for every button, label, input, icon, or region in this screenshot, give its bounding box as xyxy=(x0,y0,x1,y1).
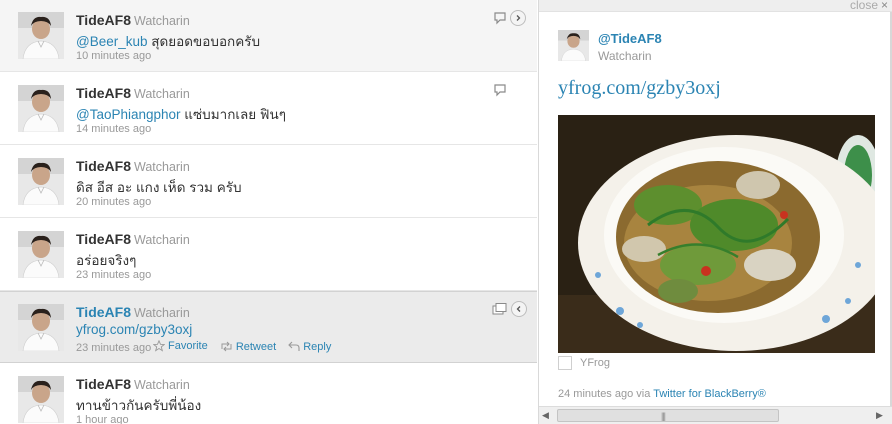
retweet-label: Retweet xyxy=(235,340,277,353)
screen-name[interactable]: TideAF8 xyxy=(76,158,131,174)
star-icon xyxy=(153,340,165,352)
tweet-item[interactable]: TideAF8 Watcharin อร่อยจริงๆ 23 minutes a… xyxy=(0,219,537,291)
detail-media-link[interactable]: yfrog.com/gzby3oxj xyxy=(558,77,721,100)
mention-link[interactable]: @Beer_kub xyxy=(76,34,148,49)
favorite-action[interactable]: Favorite xyxy=(153,340,208,352)
chevron-left-icon xyxy=(516,306,521,312)
tweet-actions: Favorite Retweet Reply xyxy=(153,340,340,355)
avatar[interactable] xyxy=(18,231,64,278)
reply-icon xyxy=(288,341,300,351)
tweet-controls xyxy=(493,83,507,97)
detail-timestamp[interactable]: 24 minutes ago xyxy=(558,388,633,400)
reply-action[interactable]: Reply xyxy=(288,341,331,353)
retweet-icon xyxy=(221,341,232,352)
tweet-author: TideAF8 Watcharin xyxy=(76,12,190,28)
close-icon[interactable]: × xyxy=(881,0,888,12)
yfrog-icon xyxy=(558,356,572,370)
horizontal-scrollbar[interactable]: ◀ ||| ▶ xyxy=(539,406,892,424)
tweet-text: @TaoPhiangphor แซ่บมากเลย ฟินๆ xyxy=(76,107,286,122)
screen-name[interactable]: TideAF8 xyxy=(76,376,131,392)
tweet-author: TideAF8 Watcharin xyxy=(76,158,190,174)
full-name: Watcharin xyxy=(133,87,190,101)
detail-avatar[interactable] xyxy=(558,30,589,61)
screen-name[interactable]: TideAF8 xyxy=(76,12,131,28)
tweet-author: TideAF8 Watcharin xyxy=(76,376,190,392)
close-details-button[interactable] xyxy=(511,301,527,317)
avatar[interactable] xyxy=(18,158,64,205)
favorite-label: Favorite xyxy=(168,340,208,352)
screen-name[interactable]: TideAF8 xyxy=(76,231,131,247)
tweet-controls xyxy=(493,10,526,26)
tweet-detail-pane: close × @TideAF8 Watcharin yfrog.com/gzb… xyxy=(538,0,892,424)
screen-name[interactable]: TideAF8 xyxy=(76,304,131,320)
tweet-author: TideAF8 Watcharin xyxy=(76,85,190,101)
detail-topbar xyxy=(539,0,892,12)
tweet-item[interactable]: TideAF8 Watcharin ดิส อีส อะ แกง เห็ด รวม… xyxy=(0,146,537,218)
full-name: Watcharin xyxy=(133,160,190,174)
scroll-left-icon[interactable]: ◀ xyxy=(542,410,552,421)
tweet-timestamp[interactable]: 23 minutes ago xyxy=(76,269,151,281)
screen-name[interactable]: TideAF8 xyxy=(76,85,131,101)
media-provider-label[interactable]: YFrog xyxy=(580,357,610,369)
tweet-item[interactable]: TideAF8 Watcharin @TaoPhiangphor แซ่บมากเ… xyxy=(0,73,537,145)
close-link[interactable]: close xyxy=(850,0,878,12)
detail-screen-name[interactable]: @TideAF8 xyxy=(598,31,662,46)
avatar[interactable] xyxy=(18,376,64,423)
full-name: Watcharin xyxy=(133,14,190,28)
tweet-text: yfrog.com/gzby3oxj xyxy=(76,322,192,337)
full-name: Watcharin xyxy=(133,306,190,320)
tweet-timestamp[interactable]: 23 minutes ago xyxy=(76,342,151,354)
tweet-item-selected[interactable]: TideAF8 Watcharin yfrog.com/gzby3oxj 23 m… xyxy=(0,291,537,363)
avatar[interactable] xyxy=(18,12,64,59)
conversation-icon[interactable] xyxy=(493,11,507,25)
tweet-link[interactable]: yfrog.com/gzby3oxj xyxy=(76,322,192,337)
media-icon[interactable] xyxy=(492,302,508,316)
reply-label: Reply xyxy=(303,340,332,353)
tweet-text: ทานข้าวกันครับพี่น้อง xyxy=(76,398,202,413)
tweet-controls xyxy=(492,301,527,317)
tweet-item[interactable]: TideAF8 Watcharin ทานข้าวกันครับพี่น้อง 1… xyxy=(0,364,537,424)
tweet-author: TideAF8 Watcharin xyxy=(76,231,190,247)
scrollbar-thumb[interactable]: ||| xyxy=(557,409,779,422)
conversation-icon[interactable] xyxy=(493,83,507,97)
timeline: TideAF8 Watcharin @Beer_kub สุดยอดขอบอกคร… xyxy=(0,0,537,424)
detail-meta: 24 minutes ago via Twitter for BlackBerr… xyxy=(558,388,766,400)
detail-full-name: Watcharin xyxy=(598,49,652,63)
source-link[interactable]: Twitter for BlackBerry® xyxy=(653,388,766,400)
full-name: Watcharin xyxy=(133,233,190,247)
tweet-text: @Beer_kub สุดยอดขอบอกครับ xyxy=(76,34,261,49)
open-details-button[interactable] xyxy=(510,10,526,26)
tweet-text: ดิส อีส อะ แกง เห็ด รวม ครับ xyxy=(76,180,242,195)
tweet-timestamp[interactable]: 1 hour ago xyxy=(76,414,129,424)
tweet-timestamp[interactable]: 14 minutes ago xyxy=(76,123,151,135)
tweet-timestamp[interactable]: 10 minutes ago xyxy=(76,50,151,62)
tweet-item[interactable]: TideAF8 Watcharin @Beer_kub สุดยอดขอบอกคร… xyxy=(0,0,537,72)
media-photo[interactable] xyxy=(558,115,875,353)
tweet-text: อร่อยจริงๆ xyxy=(76,253,137,268)
tweet-timestamp[interactable]: 20 minutes ago xyxy=(76,196,151,208)
mention-link[interactable]: @TaoPhiangphor xyxy=(76,107,181,122)
tweet-author: TideAF8 Watcharin xyxy=(76,304,190,320)
scroll-right-icon[interactable]: ▶ xyxy=(876,410,886,421)
avatar[interactable] xyxy=(18,85,64,132)
chevron-right-icon xyxy=(516,15,521,21)
grip-icon: ||| xyxy=(661,411,666,421)
avatar[interactable] xyxy=(18,304,64,351)
full-name: Watcharin xyxy=(133,378,190,392)
retweet-action[interactable]: Retweet xyxy=(220,341,276,353)
